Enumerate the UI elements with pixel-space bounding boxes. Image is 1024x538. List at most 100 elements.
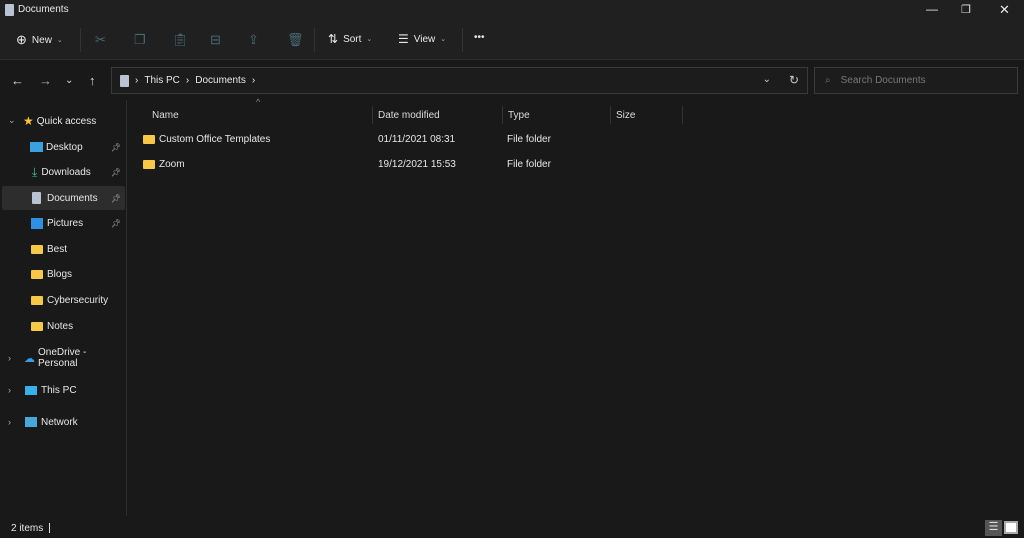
close-button[interactable]: ✕	[999, 2, 1010, 18]
file-name: Custom Office Templates	[159, 133, 271, 145]
up-button[interactable]: ↑	[89, 73, 96, 88]
breadcrumb-separator-icon: ›	[135, 75, 139, 86]
sidebar-label: Notes	[47, 320, 74, 332]
more-options-button[interactable]: •••	[474, 32, 485, 43]
command-bar: ⊕ New ⌄ ✂ ❐ 📋︎ ⊟ ⇪ 🗑︎ ⇅ Sort ⌄ ☰ View ⌄ •••	[0, 22, 1024, 60]
forward-button[interactable]: →	[39, 73, 52, 88]
file-row[interactable]: Custom Office Templates 01/11/2021 08:31…	[137, 129, 737, 149]
desktop-icon	[30, 142, 43, 152]
delete-icon[interactable]: 🗑︎	[287, 32, 304, 48]
status-bar: 2 items ☰	[0, 518, 1024, 538]
details-view-button[interactable]: ☰	[985, 520, 1002, 536]
pin-icon[interactable]: 📌︎	[111, 143, 121, 152]
breadcrumb-documents[interactable]: Documents	[195, 75, 246, 86]
sidebar-item-documents[interactable]: Documents 📌︎	[2, 186, 125, 210]
chevron-down-icon: ⌄	[8, 115, 16, 125]
folder-icon	[143, 159, 155, 169]
sidebar-item-onedrive[interactable]: › ☁ OneDrive - Personal	[2, 346, 125, 370]
folder-icon	[31, 321, 43, 331]
network-icon	[25, 417, 37, 427]
paste-icon[interactable]: 📋︎	[172, 32, 189, 48]
divider	[314, 28, 315, 52]
pin-icon[interactable]: 📌︎	[111, 168, 121, 177]
search-input[interactable]: Search Documents	[841, 75, 926, 86]
sort-icon: ⇅	[328, 32, 339, 46]
chevron-down-icon: ⌄	[440, 36, 447, 43]
folder-icon	[31, 295, 43, 305]
sidebar-item-blogs[interactable]: Blogs	[2, 262, 125, 286]
file-name: Zoom	[159, 158, 185, 170]
sidebar-label: Desktop	[46, 141, 83, 153]
tiles-view-button[interactable]	[1004, 521, 1018, 534]
sidebar-item-best[interactable]: Best	[2, 237, 125, 261]
recent-locations-button[interactable]: ⌄	[65, 75, 73, 86]
header-label: Type	[508, 109, 530, 121]
chevron-down-icon: ⌄	[366, 36, 373, 43]
divider	[80, 28, 81, 52]
sidebar-item-cybersecurity[interactable]: Cybersecurity	[2, 288, 125, 312]
sidebar-item-downloads[interactable]: ⤓ Downloads 📌︎	[2, 160, 125, 184]
sidebar-item-this-pc[interactable]: › This PC	[2, 378, 125, 402]
search-box[interactable]: ⌕ Search Documents	[814, 67, 1018, 94]
breadcrumb-separator-icon: ›	[185, 75, 190, 86]
address-history-dropdown[interactable]: ⌄	[763, 74, 771, 85]
rename-icon[interactable]: ⊟	[210, 32, 221, 48]
column-header-size[interactable]: Size	[610, 106, 683, 124]
chevron-right-icon[interactable]: ›	[8, 385, 11, 395]
sidebar-label: Quick access	[36, 115, 97, 127]
sidebar-label: OneDrive - Personal	[38, 347, 87, 369]
header-label: Name	[152, 109, 179, 121]
sidebar-item-pictures[interactable]: Pictures 📌︎	[2, 211, 125, 235]
copy-icon[interactable]: ❐	[134, 32, 146, 48]
pin-icon[interactable]: 📌︎	[111, 219, 121, 228]
divider	[462, 28, 463, 52]
file-date: 19/12/2021 15:53	[378, 158, 456, 170]
download-icon: ⤓	[32, 164, 38, 179]
view-label: View	[413, 33, 436, 45]
documents-icon	[5, 4, 14, 16]
item-count: 2 items	[11, 522, 44, 534]
column-header-date[interactable]: Date modified	[372, 106, 503, 124]
chevron-down-icon: ⌄	[56, 37, 63, 44]
sidebar-label: Documents	[47, 192, 98, 204]
share-icon[interactable]: ⇪	[248, 32, 259, 48]
file-type: File folder	[507, 158, 551, 170]
folder-icon	[31, 269, 43, 279]
column-header-type[interactable]: Type	[502, 106, 611, 124]
chevron-right-icon[interactable]: ›	[8, 353, 11, 363]
window-title: Documents	[18, 4, 69, 15]
back-button[interactable]: ←	[11, 73, 24, 88]
file-row[interactable]: Zoom 19/12/2021 15:53 File folder	[137, 154, 737, 174]
cut-icon[interactable]: ✂	[95, 32, 106, 48]
documents-icon	[32, 192, 41, 204]
star-icon: ★	[23, 114, 34, 128]
sidebar-item-notes[interactable]: Notes	[2, 314, 125, 338]
sort-button[interactable]: ⇅ Sort ⌄	[328, 32, 372, 46]
search-icon: ⌕	[825, 75, 831, 86]
restore-button[interactable]: ❐	[961, 3, 971, 16]
sidebar-label: Pictures	[47, 217, 84, 229]
sidebar-item-quick-access[interactable]: ⌄ ★ Quick access	[2, 109, 125, 133]
sidebar-label: Cybersecurity	[47, 294, 109, 306]
address-bar[interactable]: › This PC › Documents › ⌄ ↻	[111, 67, 808, 94]
chevron-right-icon[interactable]: ›	[8, 417, 11, 427]
sidebar-item-network[interactable]: › Network	[2, 410, 125, 434]
sidebar-label: Network	[41, 416, 78, 428]
view-button[interactable]: ☰ View ⌄	[398, 32, 446, 46]
list-icon: ☰	[398, 32, 409, 46]
header-label: Date modified	[378, 109, 440, 121]
minimize-button[interactable]: —	[926, 2, 938, 16]
sidebar-label: Downloads	[41, 166, 91, 178]
title-bar: Documents — ❐ ✕	[0, 0, 1024, 22]
sidebar-label: Blogs	[47, 268, 73, 280]
refresh-button[interactable]: ↻	[789, 73, 799, 87]
folder-icon	[143, 134, 155, 144]
file-type: File folder	[507, 133, 551, 145]
sidebar-item-desktop[interactable]: Desktop 📌︎	[2, 135, 125, 159]
column-header-name[interactable]: Name	[146, 106, 373, 124]
header-label: Size	[616, 109, 636, 121]
breadcrumb-this-pc[interactable]: This PC	[144, 75, 180, 86]
new-button[interactable]: ⊕ New ⌄	[16, 32, 63, 48]
pin-icon[interactable]: 📌︎	[111, 194, 121, 203]
folder-icon	[31, 244, 43, 254]
